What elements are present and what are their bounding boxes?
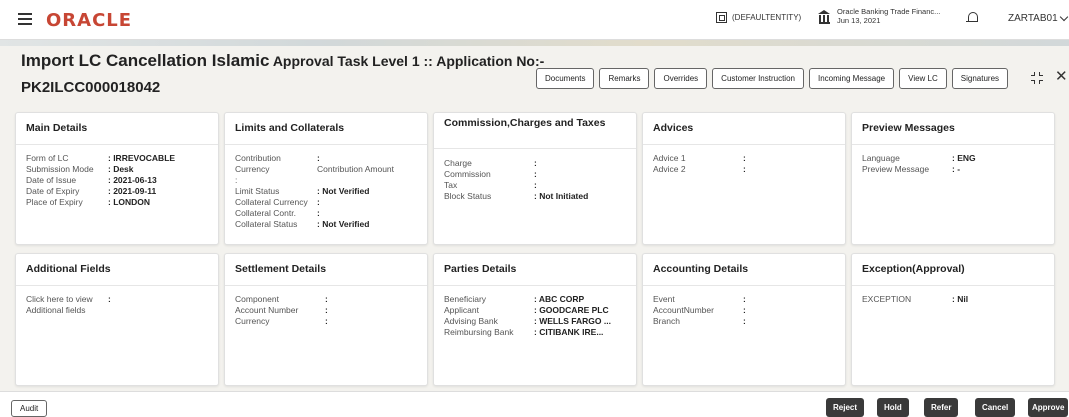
entity-icon xyxy=(716,12,727,23)
entity-label: (DEFAULTENTITY) xyxy=(732,13,802,22)
remarks-button[interactable]: Remarks xyxy=(599,68,650,89)
detail-row: Date of Issue: 2021-06-13 xyxy=(26,175,157,185)
detail-row: : xyxy=(235,175,238,185)
card-title: Exception(Approval) xyxy=(852,254,1054,286)
close-icon[interactable]: ✕ xyxy=(1055,69,1068,84)
limits-collaterals-card[interactable]: Limits and Collaterals Contribution: Cur… xyxy=(224,112,428,245)
detail-row: Place of Expiry: LONDON xyxy=(26,197,151,207)
detail-row: Collateral Contr.: xyxy=(235,208,320,218)
detail-row: Currency Contribution Amount xyxy=(235,164,395,174)
parties-details-card[interactable]: Parties Details Beneficiary: ABC CORP Ap… xyxy=(433,253,637,386)
detail-row: Account Number: xyxy=(235,305,328,315)
view-lc-button[interactable]: View LC xyxy=(899,68,947,89)
documents-button[interactable]: Documents xyxy=(536,68,595,89)
entity-selector[interactable]: (DEFAULTENTITY) xyxy=(716,12,801,23)
page-title-rest: Approval Task Level 1 :: Application No:… xyxy=(269,53,545,69)
page-title: Import LC Cancellation Islamic Approval … xyxy=(21,50,544,72)
detail-row: Date of Expiry: 2021-09-11 xyxy=(26,186,157,196)
detail-row: Reimbursing Bank: CITIBANK IRE... xyxy=(444,327,604,337)
card-title: Commission,Charges and Taxes xyxy=(434,113,636,149)
detail-row: Block Status: Not Initiated xyxy=(444,191,589,201)
detail-row: Contribution: xyxy=(235,153,320,163)
detail-row: Event: xyxy=(653,294,746,304)
commission-charges-taxes-card[interactable]: Commission,Charges and Taxes Charge: Com… xyxy=(433,112,637,245)
additional-fields-link[interactable]: Click here to view: xyxy=(26,294,208,305)
advices-card[interactable]: Advices Advice 1: Advice 2: xyxy=(642,112,846,245)
additional-fields-card[interactable]: Additional Fields Click here to view: Ad… xyxy=(15,253,219,386)
main-details-card[interactable]: Main Details Form of LC: IRREVOCABLE Sub… xyxy=(15,112,219,245)
detail-row: Preview Message: - xyxy=(862,164,961,174)
card-title: Limits and Collaterals xyxy=(225,113,427,145)
user-name: ZARTAB01 xyxy=(1008,13,1058,24)
detail-row: Submission Mode: Desk xyxy=(26,164,134,174)
bank-icon xyxy=(818,10,831,24)
signatures-button[interactable]: Signatures xyxy=(951,68,1009,89)
detail-row: Form of LC: IRREVOCABLE xyxy=(26,153,176,163)
detail-row: Currency: xyxy=(235,316,328,326)
user-menu[interactable]: ZARTAB01 xyxy=(1008,12,1068,24)
branch-selector[interactable]: Oracle Banking Trade Financ... Jun 13, 2… xyxy=(818,7,940,25)
additional-fields-link-line2[interactable]: Additional fields xyxy=(26,305,208,316)
card-title: Additional Fields xyxy=(16,254,218,286)
hold-button[interactable]: Hold xyxy=(877,398,909,417)
toolbar: Documents Remarks Overrides Customer Ins… xyxy=(536,68,1009,89)
card-title: Accounting Details xyxy=(643,254,845,286)
exception-approval-card[interactable]: Exception(Approval) EXCEPTION: Nil xyxy=(851,253,1055,386)
reject-button[interactable]: Reject xyxy=(826,398,865,417)
detail-row: EXCEPTION: Nil xyxy=(862,294,969,304)
detail-row: Advising Bank: WELLS FARGO ... xyxy=(444,316,611,326)
accounting-details-card[interactable]: Accounting Details Event: AccountNumber:… xyxy=(642,253,846,386)
detail-row: Language: ENG xyxy=(862,153,976,163)
bank-name: Oracle Banking Trade Financ... xyxy=(837,7,941,16)
card-title: Preview Messages xyxy=(852,113,1054,145)
detail-row: AccountNumber: xyxy=(653,305,746,315)
settlement-details-card[interactable]: Settlement Details Component: Account Nu… xyxy=(224,253,428,386)
card-title: Advices xyxy=(643,113,845,145)
overrides-button[interactable]: Overrides xyxy=(654,68,708,89)
detail-row: Collateral Status: Not Verified xyxy=(235,219,370,229)
incoming-message-button[interactable]: Incoming Message xyxy=(808,68,895,89)
page-title-main: Import LC Cancellation Islamic xyxy=(21,51,270,70)
detail-row: Charge: xyxy=(444,158,537,168)
hamburger-menu-icon[interactable] xyxy=(18,13,32,25)
refer-button[interactable]: Refer xyxy=(924,398,959,417)
detail-row: Advice 2: xyxy=(653,164,746,174)
detail-row: Applicant: GOODCARE PLC xyxy=(444,305,609,315)
cancel-button[interactable]: Cancel xyxy=(975,398,1016,417)
detail-row: Branch: xyxy=(653,316,746,326)
detail-row: Component: xyxy=(235,294,328,304)
application-number: PK2ILCC000018042 xyxy=(21,79,161,96)
detail-row: Tax: xyxy=(444,180,537,190)
card-title: Settlement Details xyxy=(225,254,427,286)
detail-row: Commission: xyxy=(444,169,537,179)
expand-icon[interactable] xyxy=(1031,72,1043,84)
approve-button[interactable]: Approve xyxy=(1028,398,1069,417)
top-bar: ORACLE (DEFAULTENTITY) Oracle Banking Tr… xyxy=(0,0,1069,40)
detail-row: Beneficiary: ABC CORP xyxy=(444,294,585,304)
detail-row: Collateral Currency: xyxy=(235,197,320,207)
detail-row: Advice 1: xyxy=(653,153,746,163)
card-title: Parties Details xyxy=(434,254,636,286)
card-title: Main Details xyxy=(16,113,218,145)
decorative-band xyxy=(0,40,1069,46)
customer-instruction-button[interactable]: Customer Instruction xyxy=(712,68,804,89)
preview-messages-card[interactable]: Preview Messages Language: ENG Preview M… xyxy=(851,112,1055,245)
detail-row: Limit Status: Not Verified xyxy=(235,186,370,196)
notification-bell-icon[interactable] xyxy=(966,11,978,25)
chevron-down-icon xyxy=(1059,12,1068,22)
bank-date: Jun 13, 2021 xyxy=(837,16,881,25)
oracle-logo: ORACLE xyxy=(46,10,133,31)
audit-button[interactable]: Audit xyxy=(11,400,48,417)
